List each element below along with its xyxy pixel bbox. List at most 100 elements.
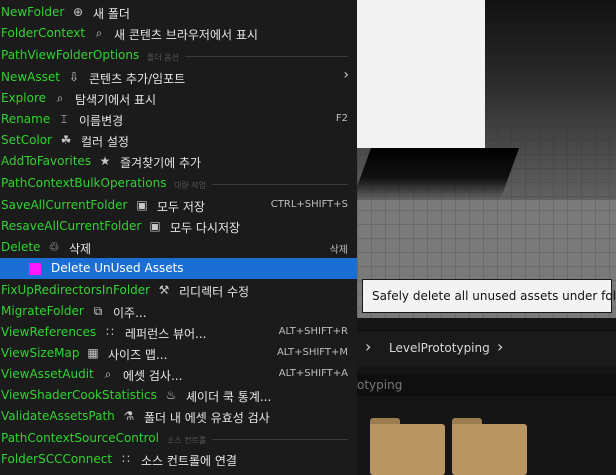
- menu-item-name: Delete: [1, 240, 41, 254]
- menu-item-name: Rename: [1, 112, 51, 126]
- menu-item[interactable]: ViewShaderCookStatistics ♨ 셰이더 쿡 통계...: [0, 385, 357, 406]
- menu-item-label: 이주...: [113, 306, 147, 320]
- menu-item-label: 사이즈 맵...: [108, 348, 168, 362]
- menu-item-icon: ♨: [165, 388, 177, 402]
- menu-item[interactable]: SetColor ☘ 컬러 설정: [0, 130, 357, 151]
- menu-item-shortcut: ALT+SHIFT+M: [276, 347, 348, 358]
- menu-item-label: 컬러 설정: [81, 135, 129, 149]
- menu-item-name: NewAsset: [1, 70, 60, 84]
- menu-item-icon: ★: [99, 154, 111, 168]
- menu-section-divider: [212, 439, 348, 440]
- menu-item-label: 셰이더 쿡 통계...: [186, 390, 272, 404]
- menu-item-label: 새 폴더: [93, 7, 130, 21]
- menu-item[interactable]: ViewReferences ∷ 레퍼런스 뷰어... ALT+SHIFT+R: [0, 322, 357, 343]
- menu-item-name: ViewReferences: [1, 325, 97, 339]
- menu-item[interactable]: SaveAllCurrentFolder ▣ 모두 저장 CTRL+SHIFT+S: [0, 195, 357, 216]
- breadcrumb-item-levelprototyping[interactable]: LevelPrototyping: [389, 341, 490, 355]
- menu-item[interactable]: NewAsset ⇩ 콘텐츠 추가/임포트 ›: [0, 67, 357, 88]
- menu-item-label: 삭제: [69, 242, 92, 256]
- menu-item-icon: ⧉: [93, 304, 103, 318]
- menu-item-icon: ▣: [149, 219, 161, 233]
- menu-section-label: 대량 작업: [174, 181, 206, 190]
- menu-item-name: ViewAssetAudit: [1, 367, 94, 381]
- menu-item-icon: ⊕: [72, 5, 84, 19]
- menu-item-name: SetColor: [1, 133, 53, 147]
- menu-item-name: FolderSCCConnect: [1, 452, 113, 466]
- menu-item-label: 새 콘텐츠 브라우저에서 표시: [114, 28, 258, 42]
- breadcrumb-chevron-icon[interactable]: ›: [365, 337, 371, 356]
- menu-item-label: 폴더 내 에셋 유효성 검사: [144, 411, 270, 425]
- menu-item-label: 즐겨찾기에 추가: [120, 156, 202, 170]
- menu-item-icon: ⌕: [95, 26, 103, 40]
- menu-item-shortcut: F2: [335, 113, 348, 124]
- menu-section-label: 폴더 옵션: [147, 53, 179, 62]
- folder-icon[interactable]: [370, 418, 445, 475]
- menu-item-icon: ⚒: [158, 283, 170, 297]
- menu-item-label: 소스 컨트롤에 연결: [141, 454, 237, 468]
- menu-item-shortcut: CTRL+SHIFT+S: [270, 199, 348, 210]
- menu-item-icon: ☘: [60, 133, 72, 147]
- menu-section-header: PathContextBulkOperations 대량 작업: [0, 173, 357, 194]
- menu-item[interactable]: Explore ⌕ 탐색기에서 표시: [0, 88, 357, 109]
- menu-item-name: ValidateAssetsPath: [1, 409, 115, 423]
- menu-item-icon: ⌕: [56, 91, 64, 105]
- menu-item[interactable]: Rename ⌶ 이름변경 F2: [0, 109, 357, 130]
- menu-item-label: 레퍼런스 뷰어...: [125, 327, 207, 341]
- menu-item[interactable]: ResaveAllCurrentFolder ▣ 모두 다시저장: [0, 216, 357, 237]
- content-browser-search-input[interactable]: otyping: [357, 374, 616, 396]
- menu-item[interactable]: Delete UnUsed Assets: [0, 258, 357, 279]
- menu-item[interactable]: MigrateFolder ⧉ 이주...: [0, 301, 357, 322]
- menu-item-icon: ♲: [48, 240, 60, 254]
- menu-item-icon: ⚗: [123, 409, 135, 423]
- menu-item-icon: ∷: [122, 452, 130, 466]
- menu-item-name: ResaveAllCurrentFolder: [1, 219, 142, 233]
- menu-item-icon: ▦: [87, 346, 99, 360]
- tooltip: Safely delete all unused assets under fo…: [362, 279, 616, 313]
- menu-section-header: PathViewFolderOptions 폴더 옵션: [0, 45, 357, 66]
- menu-item-name: AddToFavorites: [1, 154, 92, 168]
- menu-section-name: PathViewFolderOptions: [1, 48, 140, 62]
- menu-item-label: 모두 저장: [157, 200, 205, 214]
- menu-item-name: ViewShaderCookStatistics: [1, 388, 157, 402]
- menu-item[interactable]: FolderContext ⌕ 새 콘텐츠 브라우저에서 표시: [0, 23, 357, 44]
- breadcrumb-chevron-icon[interactable]: ›: [497, 337, 503, 356]
- folder-context-menu: NewFolder ⊕ 새 폴더 FolderContext ⌕ 새 콘텐츠 브라우저에서…: [0, 0, 357, 475]
- menu-item-label: Delete UnUsed Assets: [51, 261, 184, 275]
- menu-item-shortcut: 삭제: [329, 245, 348, 256]
- menu-item[interactable]: FolderSCCConnect ∷ 소스 컨트롤에 연결: [0, 449, 357, 470]
- magenta-swatch-icon: [29, 263, 41, 275]
- level-viewport[interactable]: › LevelPrototyping › otyping: [357, 0, 616, 475]
- menu-item-icon: ⌕: [104, 367, 112, 381]
- menu-item-name: NewFolder: [1, 5, 65, 19]
- menu-item-name: Explore: [1, 91, 47, 105]
- menu-item-label: 콘텐츠 추가/임포트: [89, 72, 186, 86]
- menu-item[interactable]: AddToFavorites ★ 즐겨찾기에 추가: [0, 151, 357, 172]
- menu-item-name: FolderContext: [1, 26, 86, 40]
- menu-item[interactable]: ViewAssetAudit ⌕ 에셋 검사... ALT+SHIFT+A: [0, 364, 357, 385]
- menu-item-icon: ▣: [136, 198, 148, 212]
- menu-item[interactable]: Delete ♲ 삭제 삭제: [0, 237, 357, 258]
- menu-section-header: PathContextSourceControl 소스 컨트롤: [0, 428, 357, 449]
- menu-item-label: 모두 다시저장: [170, 221, 241, 235]
- menu-item[interactable]: FixUpRedirectorsInFolder ⚒ 리디렉터 수정: [0, 280, 357, 301]
- menu-item-label: 에셋 검사...: [123, 369, 183, 383]
- white-block-mesh[interactable]: [357, 0, 485, 148]
- menu-section-name: PathContextBulkOperations: [1, 176, 167, 190]
- chevron-right-icon: ›: [343, 67, 349, 83]
- menu-item-label: 리디렉터 수정: [179, 285, 250, 299]
- menu-item-name: SaveAllCurrentFolder: [1, 198, 128, 212]
- menu-item[interactable]: ValidateAssetsPath ⚗ 폴더 내 에셋 유효성 검사: [0, 406, 357, 427]
- menu-section-divider: [212, 184, 348, 185]
- menu-item-shortcut: ALT+SHIFT+A: [278, 368, 348, 379]
- menu-item-name: MigrateFolder: [1, 304, 84, 318]
- menu-section-label: 소스 컨트롤: [167, 436, 207, 445]
- breadcrumb: › LevelPrototyping ›: [357, 330, 616, 367]
- block-shadow: [357, 148, 520, 198]
- menu-item-icon: ∷: [106, 325, 114, 339]
- menu-item[interactable]: NewFolder ⊕ 새 폴더: [0, 2, 357, 23]
- menu-item-icon: ⌶: [60, 112, 68, 126]
- menu-item-name: ViewSizeMap: [1, 346, 80, 360]
- menu-section-name: PathContextSourceControl: [1, 431, 159, 445]
- folder-icon[interactable]: [452, 418, 527, 475]
- menu-item[interactable]: ViewSizeMap ▦ 사이즈 맵... ALT+SHIFT+M: [0, 343, 357, 364]
